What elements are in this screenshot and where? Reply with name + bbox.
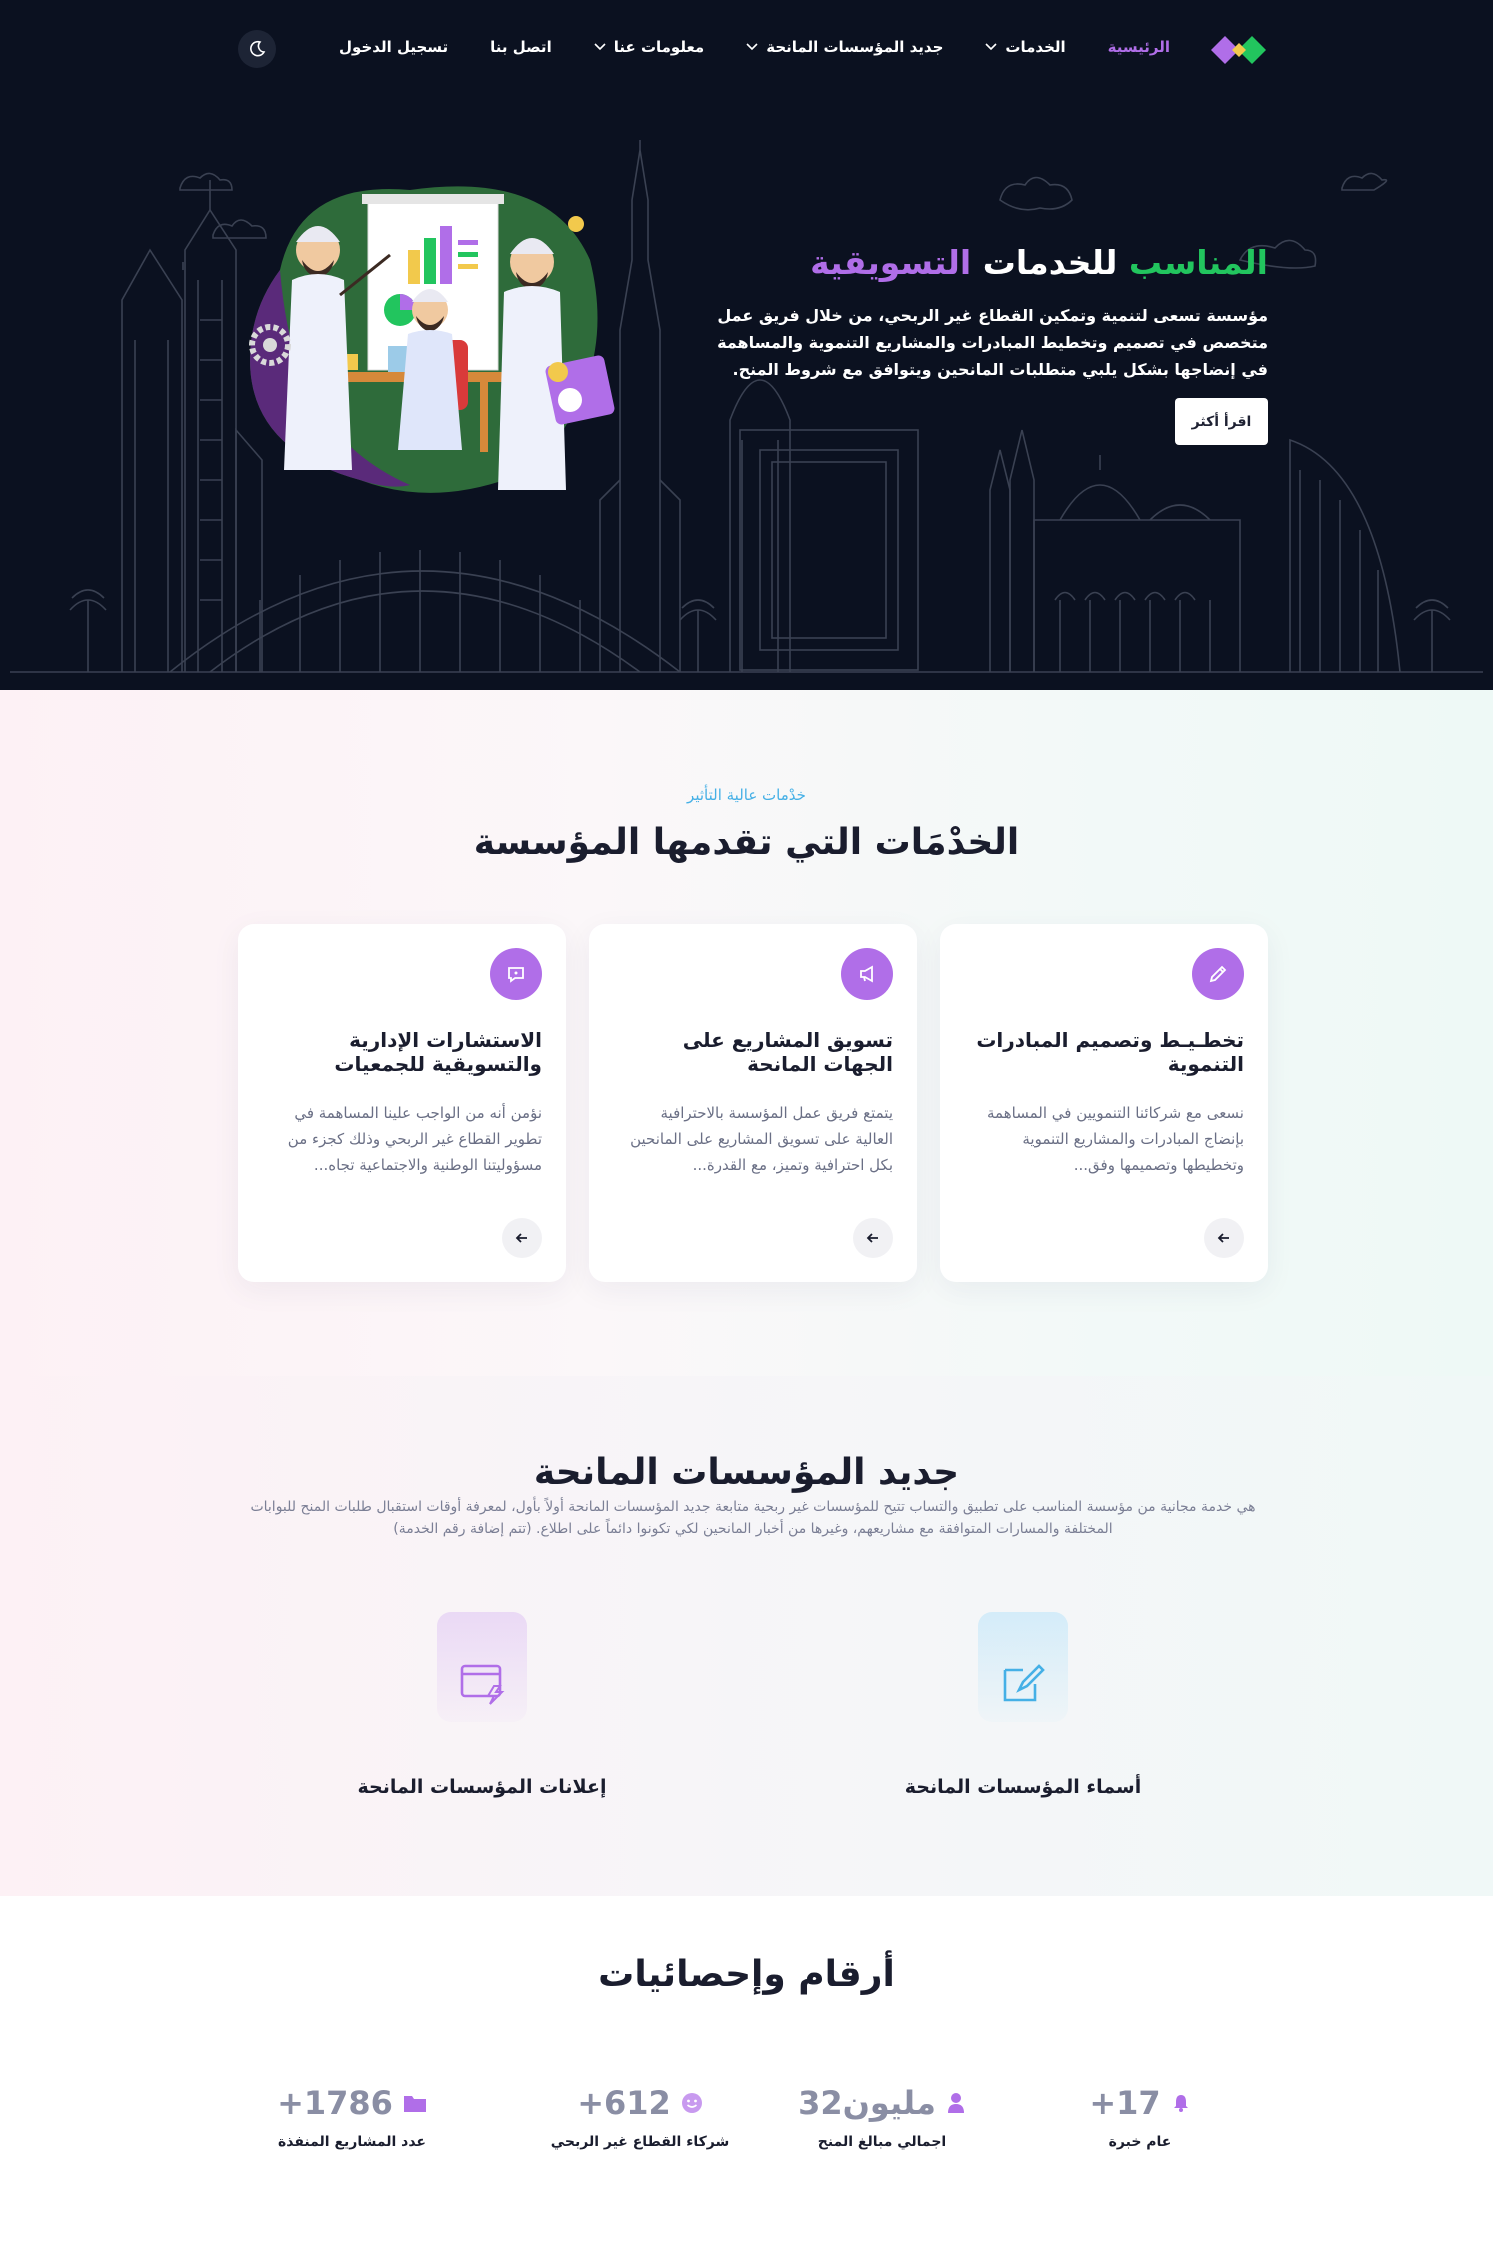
service-card-planning[interactable]: تخطـيـط وتصميم المبادرات التنموية نسعى م… — [940, 924, 1268, 1282]
service-card-title: تسويق المشاريع على الجهات المانحة — [682, 1028, 893, 1076]
feature-grantor-announcements[interactable]: إعلانات المؤسسات المانحة — [352, 1612, 612, 1802]
services-eyebrow: خدْمات عالية التأثير — [687, 786, 806, 804]
grantors-section: جديد المؤسسات المانحة هي خدمة مجانية من … — [0, 1376, 1493, 1896]
feature-grantor-names[interactable]: أسماء المؤسسات المانحة — [893, 1612, 1153, 1802]
stat-top: +17 — [1030, 2084, 1250, 2122]
hero-description: مؤسسة تسعى لتنمية وتمكين القطاع غير الرب… — [717, 306, 1268, 379]
read-more-button[interactable]: اقرأ أكثر — [1175, 398, 1268, 445]
stat-projects: +1786 عدد المشاريع المنفذة — [242, 2084, 462, 2150]
stat-value: +17 — [1089, 2084, 1161, 2122]
stats-section: أرقام وإحصائيات +17 عام خبرة 32مليون اجم… — [0, 1896, 1493, 2256]
hero-title-part1: المناسب — [1128, 243, 1268, 282]
hero-title-part2: للخدمات — [982, 243, 1118, 282]
hero-section: الرئيسية الخدمات جديد المؤسسات المانحة م… — [0, 0, 1493, 690]
stat-value: +612 — [577, 2084, 671, 2122]
smile-icon — [681, 2093, 702, 2113]
service-card-description: يتمتع فريق عمل المؤسسة بالاحترافية العال… — [630, 1104, 893, 1174]
service-card-marketing[interactable]: تسويق المشاريع على الجهات المانحة يتمتع … — [589, 924, 917, 1282]
user-icon — [947, 2093, 964, 2113]
stat-years: +17 عام خبرة — [1030, 2084, 1250, 2150]
top-navigation: الرئيسية الخدمات جديد المؤسسات المانحة م… — [238, 28, 1268, 70]
announcement-window-icon — [437, 1612, 527, 1722]
stat-label: شركاء القطاع غير الربحي — [550, 2134, 730, 2150]
theme-toggle-button[interactable] — [238, 30, 276, 68]
folder-icon — [403, 2096, 426, 2112]
megaphone-icon — [841, 948, 893, 1000]
hero-title-part3: التسويقية — [810, 243, 972, 282]
arrow-left-icon[interactable] — [502, 1218, 542, 1258]
brand-logo-icon[interactable] — [1210, 33, 1268, 67]
consultants-illustration — [249, 186, 615, 493]
edit-note-icon — [978, 1612, 1068, 1722]
stat-label: عدد المشاريع المنفذة — [278, 2134, 426, 2150]
services-title: الخدْمَات التي تقدمها المؤسسة — [473, 822, 1020, 863]
stat-value: 32مليون — [798, 2084, 936, 2122]
stat-label: اجمالي مبالغ المنح — [817, 2134, 947, 2150]
feature-label: أسماء المؤسسات المانحة — [904, 1776, 1142, 1798]
nav-link-services[interactable]: الخدمات — [985, 38, 1066, 56]
hero-title: المناسب للخدمات التسويقية — [688, 236, 1268, 290]
nav-link-label: الرئيسية — [1107, 38, 1170, 56]
services-section: خدْمات عالية التأثير الخدْمَات التي تقدم… — [0, 690, 1493, 1376]
nav-links: الرئيسية الخدمات جديد المؤسسات المانحة م… — [339, 38, 1170, 56]
nav-link-home[interactable]: الرئيسية — [1108, 38, 1170, 56]
chevron-down-icon — [746, 43, 758, 51]
service-card-consulting[interactable]: الاستشارات الإدارية والتسويقية للجمعيات … — [238, 924, 566, 1282]
arrow-left-icon[interactable] — [1204, 1218, 1244, 1258]
service-card-title: الاستشارات الإدارية والتسويقية للجمعيات — [334, 1028, 542, 1076]
stat-partners: +612 شركاء القطاع غير الربحي — [530, 2084, 750, 2150]
service-card-description: نؤمن أنه من الواجب علينا المساهمة في تطو… — [287, 1104, 542, 1174]
stat-top: 32مليون — [772, 2084, 992, 2122]
nav-link-about[interactable]: معلومات عنا — [594, 38, 705, 56]
moon-icon — [250, 40, 266, 57]
nav-link-label: اتصل بنا — [490, 38, 552, 56]
nav-link-label: تسجيل الدخول — [339, 38, 449, 56]
chevron-down-icon — [985, 43, 997, 51]
hero-content: المناسب للخدمات التسويقية مؤسسة تسعى لتن… — [688, 236, 1268, 383]
chevron-down-icon — [594, 43, 606, 51]
services-cards: تخطـيـط وتصميم المبادرات التنموية نسعى م… — [238, 924, 1268, 1282]
nav-link-label: جديد المؤسسات المانحة — [766, 38, 944, 56]
nav-link-label: معلومات عنا — [613, 38, 705, 56]
grantors-title: جديد المؤسسات المانحة — [533, 1452, 960, 1493]
nav-link-grantors-news[interactable]: جديد المؤسسات المانحة — [746, 38, 943, 56]
nav-link-login[interactable]: تسجيل الدخول — [339, 38, 448, 56]
grantors-description: هي خدمة مجانية من مؤسسة المناسب على تطبي… — [250, 1499, 1256, 1537]
nav-link-contact[interactable]: اتصل بنا — [490, 38, 552, 56]
service-card-title: تخطـيـط وتصميم المبادرات التنموية — [976, 1028, 1244, 1076]
pen-icon — [1192, 948, 1244, 1000]
arrow-left-icon[interactable] — [853, 1218, 893, 1258]
service-card-description: نسعى مع شركائنا التنمويين في المساهمة بإ… — [987, 1104, 1244, 1174]
stat-label: عام خبرة — [1108, 2134, 1172, 2150]
stat-top: +1786 — [242, 2084, 462, 2122]
feature-label: إعلانات المؤسسات المانحة — [357, 1776, 607, 1798]
chat-icon — [490, 948, 542, 1000]
stats-title: أرقام وإحصائيات — [598, 1954, 895, 1995]
stat-grants: 32مليون اجمالي مبالغ المنح — [772, 2084, 992, 2150]
bell-icon — [1173, 2095, 1188, 2112]
nav-link-label: الخدمات — [1005, 38, 1066, 56]
stat-value: +1786 — [277, 2084, 393, 2122]
stat-top: +612 — [530, 2084, 750, 2122]
